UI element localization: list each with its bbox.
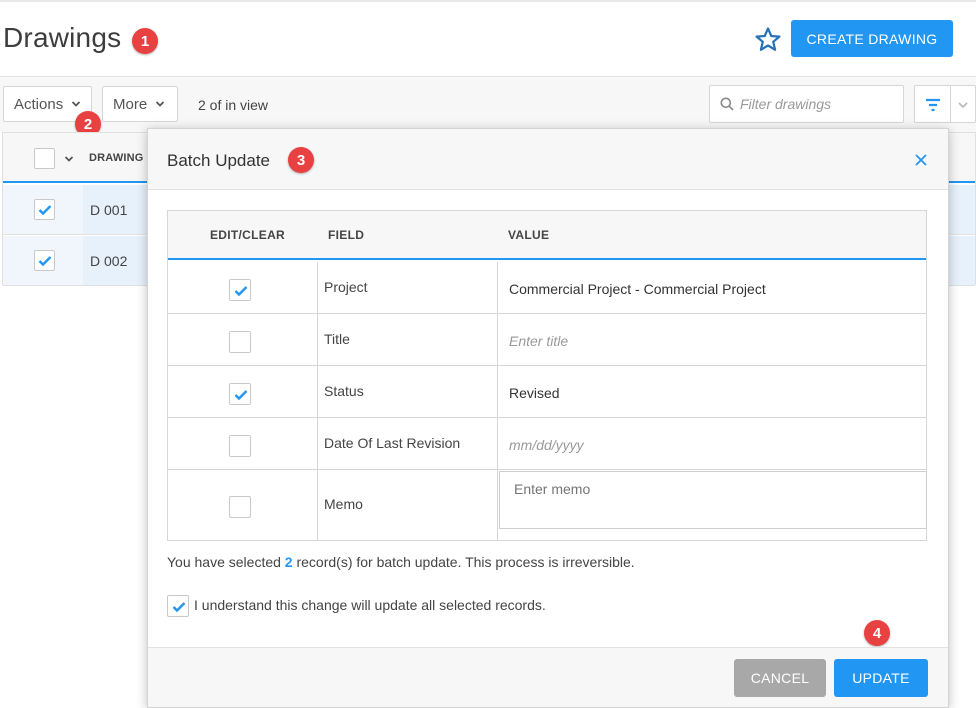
callout-badge-4: 4 bbox=[864, 620, 890, 646]
actions-label: Actions bbox=[14, 95, 64, 113]
filter-input[interactable] bbox=[740, 96, 890, 112]
title-input[interactable]: Enter title bbox=[509, 333, 568, 349]
check-icon bbox=[234, 390, 248, 401]
field-label: Title bbox=[324, 331, 350, 347]
star-outline-icon[interactable] bbox=[754, 26, 782, 54]
close-icon[interactable] bbox=[914, 153, 928, 167]
chevron-down-icon[interactable] bbox=[957, 100, 969, 110]
status-edit-checkbox[interactable] bbox=[229, 383, 251, 405]
batch-update-dialog: Batch Update 3 EDIT/CLEAR FIELD VALUE Pr… bbox=[147, 128, 949, 708]
check-icon bbox=[38, 205, 52, 216]
dialog-footer: CANCEL UPDATE bbox=[148, 647, 948, 707]
filter-search[interactable] bbox=[709, 85, 904, 123]
acknowledge-checkbox[interactable] bbox=[167, 595, 189, 617]
chevron-down-icon bbox=[72, 101, 81, 107]
chevron-down-icon bbox=[156, 101, 165, 107]
row-checkbox[interactable] bbox=[34, 199, 55, 220]
row-checkbox[interactable] bbox=[34, 250, 55, 271]
field-header: FIELD bbox=[328, 228, 365, 242]
date-input[interactable]: mm/dd/yyyy bbox=[509, 437, 584, 453]
view-count: 2 of in view bbox=[198, 97, 269, 113]
search-icon bbox=[720, 97, 734, 111]
check-icon bbox=[234, 286, 248, 297]
memo-textarea[interactable] bbox=[499, 471, 927, 529]
title-edit-checkbox[interactable] bbox=[229, 331, 251, 353]
more-dropdown[interactable]: More bbox=[102, 86, 178, 122]
selection-message: You have selected 2 record(s) for batch … bbox=[167, 554, 635, 570]
field-label: Memo bbox=[324, 496, 363, 512]
field-label: Date Of Last Revision bbox=[324, 435, 461, 451]
batch-table-header: EDIT/CLEAR FIELD VALUE bbox=[168, 211, 926, 260]
filter-divider bbox=[950, 86, 951, 122]
filter-button[interactable] bbox=[914, 85, 976, 123]
project-edit-checkbox[interactable] bbox=[229, 279, 251, 301]
drawing-name[interactable]: D 002 bbox=[90, 253, 127, 269]
dialog-header: Batch Update bbox=[148, 129, 948, 190]
batch-row-title: Title Enter title bbox=[168, 314, 926, 366]
batch-row-memo: Memo bbox=[168, 470, 927, 540]
check-icon bbox=[38, 256, 52, 267]
filter-icon bbox=[926, 98, 940, 112]
dialog-title: Batch Update bbox=[167, 151, 271, 170]
more-label: More bbox=[113, 95, 148, 113]
memo-edit-checkbox[interactable] bbox=[229, 496, 251, 518]
check-icon bbox=[172, 602, 186, 613]
callout-badge-1: 1 bbox=[132, 28, 158, 54]
selected-count: 2 bbox=[284, 554, 293, 570]
top-border bbox=[0, 0, 976, 2]
drawing-name[interactable]: D 001 bbox=[90, 202, 127, 218]
date-edit-checkbox[interactable] bbox=[229, 435, 251, 457]
message-prefix: You have selected bbox=[167, 554, 285, 570]
field-label: Status bbox=[324, 383, 364, 399]
batch-update-table: EDIT/CLEAR FIELD VALUE Project Commercia… bbox=[167, 210, 927, 541]
update-button[interactable]: UPDATE bbox=[834, 659, 928, 697]
message-suffix: record(s) for batch update. This process… bbox=[292, 554, 635, 570]
chevron-down-icon[interactable] bbox=[64, 154, 74, 164]
edit-clear-header: EDIT/CLEAR bbox=[210, 228, 285, 242]
batch-row-date: Date Of Last Revision mm/dd/yyyy bbox=[168, 418, 926, 470]
select-all-checkbox[interactable] bbox=[34, 148, 55, 169]
batch-row-status: Status Revised bbox=[168, 366, 926, 418]
page-title: Drawings bbox=[3, 22, 122, 53]
drawing-column-header: DRAWING bbox=[89, 152, 144, 164]
acknowledge-label[interactable]: I understand this change will update all… bbox=[194, 597, 546, 613]
field-label: Project bbox=[324, 279, 368, 295]
cancel-button[interactable]: CANCEL bbox=[734, 659, 826, 697]
status-value[interactable]: Revised bbox=[509, 385, 560, 401]
create-drawing-button[interactable]: CREATE DRAWING bbox=[791, 20, 953, 57]
value-header: VALUE bbox=[508, 228, 550, 242]
batch-row-project: Project Commercial Project - Commercial … bbox=[168, 262, 926, 314]
callout-badge-3: 3 bbox=[288, 147, 314, 173]
project-value[interactable]: Commercial Project - Commercial Project bbox=[509, 281, 766, 297]
